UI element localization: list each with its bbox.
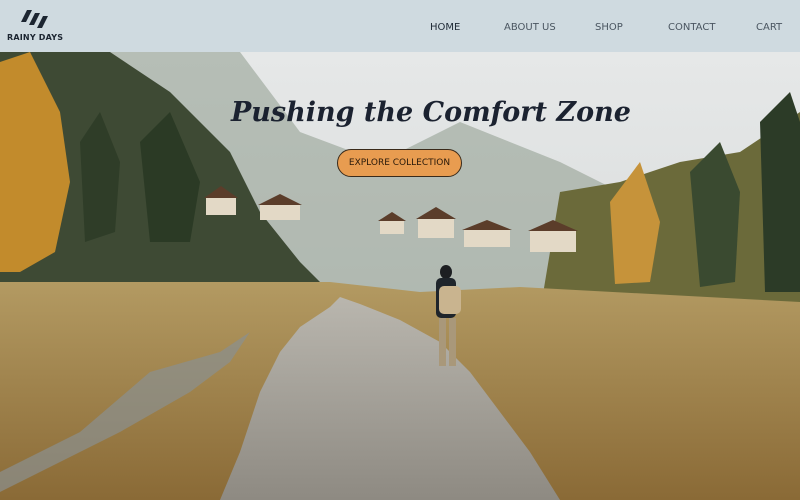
hero-section: Pushing the Comfort Zone EXPLORE COLLECT… [0,52,800,500]
nav-item-cart[interactable]: CART [756,22,782,33]
nav-item-shop[interactable]: SHOP [595,22,623,33]
nav-item-about-us[interactable]: ABOUT US [504,22,556,33]
site-header: RAINY DAYS HOME ABOUT US SHOP CONTACT CA… [0,0,800,52]
nav-item-home[interactable]: HOME [430,22,460,33]
explore-collection-button[interactable]: EXPLORE COLLECTION [337,149,462,177]
nav-item-contact[interactable]: CONTACT [668,22,715,33]
hero-title: Pushing the Comfort Zone [231,97,631,128]
main-nav: HOME ABOUT US SHOP CONTACT CART [0,0,800,52]
